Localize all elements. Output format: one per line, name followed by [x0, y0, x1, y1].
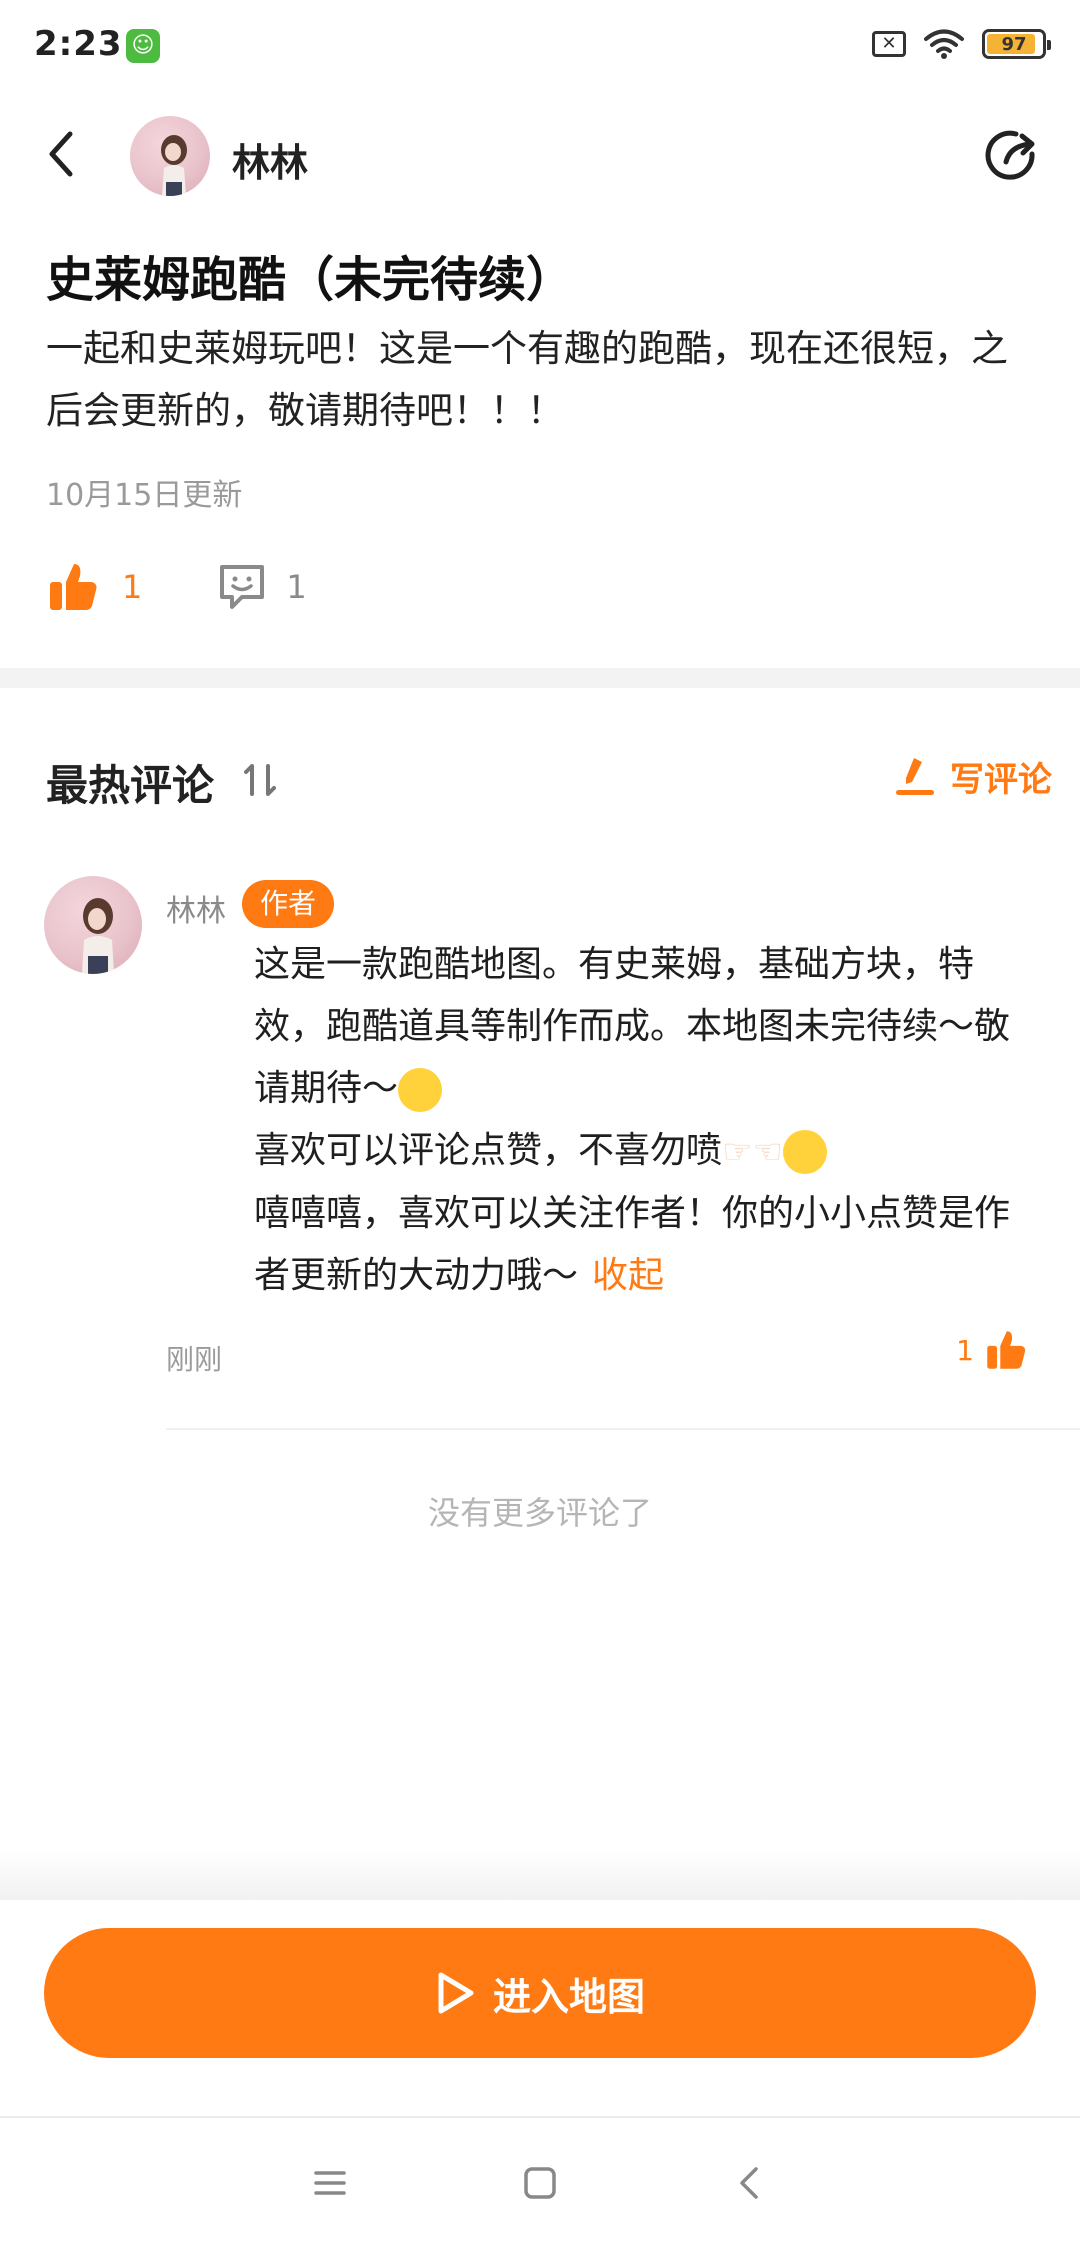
nav-back-icon[interactable]	[730, 2163, 770, 2203]
battery-level: 97	[1001, 33, 1027, 55]
comment-time: 刚刚	[166, 1343, 223, 1376]
enter-map-button[interactable]: 进入地图	[44, 1928, 1036, 2058]
comment-like-button[interactable]: 1	[956, 1328, 1028, 1372]
share-icon	[985, 130, 1035, 180]
section-divider	[0, 668, 1080, 688]
back-button[interactable]	[36, 124, 96, 184]
comment-paragraph-2: 喜欢可以评论点赞，不喜勿喷	[254, 1130, 723, 1171]
no-more-comments: 没有更多评论了	[427, 1494, 652, 1532]
post-actions: 1 1	[46, 560, 307, 614]
post-like-button[interactable]: 1	[46, 560, 142, 614]
comment-divider	[166, 1428, 1080, 1430]
comment-paragraph-1: 这是一款跑酷地图。有史莱姆，基础方块，特效，跑酷道具等制作而成。本地图未完待续～…	[254, 944, 1011, 1109]
comment-like-count: 1	[956, 1333, 974, 1367]
collapse-link[interactable]: 收起	[592, 1255, 664, 1296]
comment-username[interactable]: 林林	[166, 886, 226, 930]
wifi-icon	[924, 29, 964, 59]
system-nav-bar	[0, 2118, 1080, 2248]
play-icon	[438, 1972, 474, 2014]
comment-body: 这是一款跑酷地图。有史莱姆，基础方块，特效，跑酷道具等制作而成。本地图未完待续～…	[166, 934, 1026, 1307]
thumbs-up-icon	[50, 564, 97, 610]
hot-comments-title: 最热评论	[46, 761, 215, 810]
header-username[interactable]: 林林	[232, 132, 308, 187]
thumbs-up-icon	[987, 1331, 1026, 1369]
enter-map-label: 进入地图	[492, 1974, 645, 2019]
post-comment-count: 1	[286, 568, 307, 606]
post-like-count: 1	[122, 568, 143, 606]
app-notification-icon: ☺	[126, 29, 160, 63]
pen-icon	[896, 757, 934, 795]
post-updated-date: 10月15日更新	[46, 478, 243, 513]
share-button[interactable]	[982, 124, 1046, 188]
comment-smile-icon	[220, 565, 265, 609]
post-comment-button[interactable]: 1	[216, 561, 307, 613]
home-icon[interactable]	[520, 2163, 560, 2203]
post-description: 一起和史莱姆玩吧！这是一个有趣的跑酷，现在还很短，之后会更新的，敬请期待吧！！！	[46, 327, 1008, 432]
author-badge: 作者	[242, 880, 335, 928]
comment-avatar[interactable]	[44, 876, 142, 974]
sort-toggle[interactable]	[240, 760, 280, 809]
pointing-left-emoji-icon: ☜	[752, 1132, 783, 1172]
write-comment-button[interactable]: 写评论	[892, 752, 1052, 801]
chevron-left-icon	[49, 131, 73, 177]
smiling-emoji-icon	[398, 1068, 443, 1112]
avatar[interactable]	[130, 116, 210, 196]
status-icons: ✕ 97	[872, 28, 1051, 60]
status-time: 2:23	[34, 24, 123, 64]
post-title: 史莱姆跑酷（未完待续）	[46, 252, 575, 308]
sort-icon	[244, 764, 276, 796]
no-sim-icon: ✕	[872, 31, 906, 57]
pointing-right-emoji-icon: ☞	[722, 1132, 753, 1172]
write-comment-label: 写评论	[950, 760, 1052, 800]
slight-smile-emoji-icon	[782, 1130, 827, 1174]
battery-icon: 97	[982, 29, 1051, 59]
bottom-fade	[0, 1850, 1080, 1900]
menu-icon[interactable]	[310, 2163, 350, 2203]
